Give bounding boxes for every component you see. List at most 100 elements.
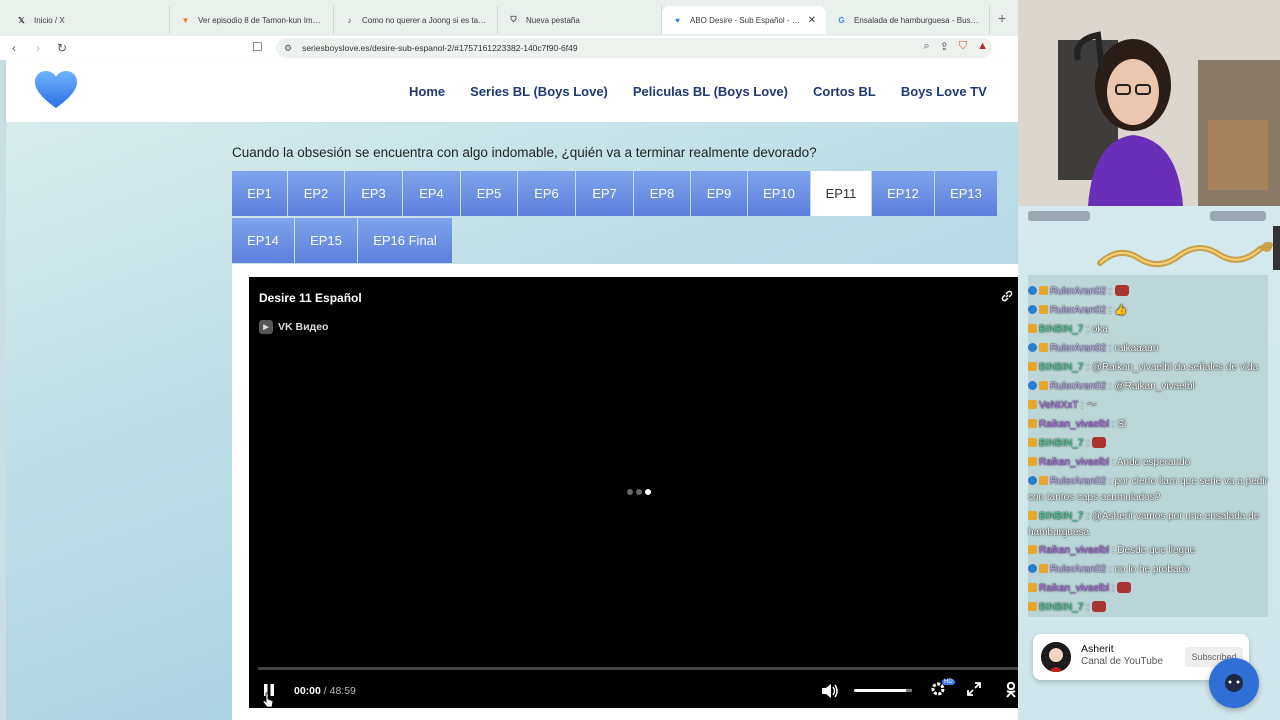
chat-message: Raikan_vivaelbl : Si: [1028, 417, 1268, 433]
zoom-icon[interactable]: ⌕: [923, 40, 929, 53]
url-field[interactable]: ⚙ seriesboyslove.es/desire-sub-espanol-2…: [276, 38, 992, 58]
episode-button[interactable]: EP8: [634, 171, 690, 216]
chat-text: @Raikan_vivaelbl: [1114, 381, 1195, 392]
chat-message: RulerAran02 : raikaaaan: [1028, 341, 1268, 357]
main-menu: Home Series BL (Boys Love) Peliculas BL …: [409, 84, 1012, 99]
chat-separator: :: [1109, 583, 1118, 594]
chat-bubble-icon: [1225, 674, 1243, 692]
link-icon[interactable]: [1000, 289, 1014, 303]
time-separator: /: [320, 685, 330, 697]
browser-tab-active[interactable]: ♥ ABO Desire - Sub Español - Serie ✕: [662, 6, 826, 34]
episode-button[interactable]: EP14: [232, 218, 294, 263]
browser-tab[interactable]: ⛉ Nueva pestaña: [498, 6, 662, 34]
video-player[interactable]: Desire 11 Español ▶ VK Видео 00:00 / 48:…: [249, 277, 1032, 708]
x-logo-icon: 𝕏: [18, 15, 25, 25]
episode-button[interactable]: EP4: [403, 171, 460, 216]
browser-tab[interactable]: 𝕏 Inicio / X: [6, 6, 170, 34]
total-duration: 48:59: [329, 685, 356, 697]
new-tab-button[interactable]: +: [998, 10, 1006, 26]
close-icon[interactable]: ✕: [802, 15, 816, 26]
channel-avatar-image: [1041, 642, 1071, 672]
menu-boys-love-tv[interactable]: Boys Love TV: [901, 84, 987, 99]
episode-button[interactable]: EP16 Final: [358, 218, 452, 263]
chat-username[interactable]: RulerAran02: [1050, 286, 1106, 297]
episode-button[interactable]: EP12: [872, 171, 934, 216]
episode-button[interactable]: EP2: [288, 171, 344, 216]
crunchyroll-icon: ▼: [181, 15, 190, 25]
site-logo-heart-icon[interactable]: [34, 70, 78, 110]
reload-icon[interactable]: ↻: [52, 41, 72, 55]
chat-text: no lo he probado: [1114, 564, 1190, 575]
chat-separator: :: [1106, 305, 1115, 316]
browser-tab[interactable]: ♪ Como no querer a Joong si es tan pr: [334, 6, 498, 34]
menu-cortos-bl[interactable]: Cortos BL: [813, 84, 876, 99]
tiktok-icon: ♪: [347, 15, 352, 25]
avatar: [1041, 642, 1071, 672]
volume-slider[interactable]: [854, 689, 912, 692]
forward-icon[interactable]: ›: [28, 41, 48, 55]
episode-button[interactable]: EP7: [576, 171, 633, 216]
episode-button[interactable]: EP6: [518, 171, 575, 216]
menu-peliculas-bl[interactable]: Peliculas BL (Boys Love): [633, 84, 788, 99]
share-icon[interactable]: ⇪: [940, 40, 949, 53]
tab-title: Ver episodio 8 de Tamon-kun Ima Do: [198, 15, 323, 25]
volume-icon[interactable]: [821, 683, 839, 699]
chat-text: Desde que llegue: [1117, 545, 1196, 556]
chat-username[interactable]: BINBIN_7: [1039, 438, 1083, 449]
fullscreen-icon[interactable]: [967, 682, 981, 696]
chat-username[interactable]: BINBIN_7: [1039, 511, 1083, 522]
menu-home[interactable]: Home: [409, 84, 445, 99]
chat-username[interactable]: RulerAran02: [1050, 381, 1106, 392]
chat-username[interactable]: Raikan_vivaelbl: [1039, 545, 1109, 556]
player-controls: 00:00 / 48:59 HD: [249, 677, 1032, 705]
browser-tab[interactable]: G Ensalada de hamburguesa - Buscar c: [826, 6, 990, 34]
episode-button[interactable]: EP1: [232, 171, 287, 216]
chat-username[interactable]: Raikan_vivaelbl: [1039, 583, 1109, 594]
chat-message: RulerAran02 : por cierto liam que serie …: [1028, 474, 1268, 506]
chat-username[interactable]: BINBIN_7: [1039, 602, 1083, 613]
chat-text: Ando esperando: [1116, 457, 1191, 468]
episode-button-active[interactable]: EP11: [811, 171, 871, 216]
emote-icon: [1114, 285, 1129, 296]
chat-username[interactable]: BINBIN_7: [1039, 362, 1083, 373]
chat-separator: :: [1083, 362, 1092, 373]
chat-separator: :: [1106, 286, 1115, 297]
video-title: Desire 11 Español: [259, 291, 362, 305]
episode-button[interactable]: EP5: [461, 171, 517, 216]
brave-shield-icon[interactable]: ⛉: [959, 40, 967, 53]
video-source[interactable]: ▶ VK Видео: [259, 320, 328, 334]
chat-username[interactable]: BINBIN_7: [1039, 324, 1083, 335]
url-text: seriesboyslove.es/desire-sub-espanol-2/#…: [302, 43, 578, 53]
bookmark-icon[interactable]: ☐: [252, 40, 263, 54]
episode-button[interactable]: EP10: [748, 171, 810, 216]
chat-message: BINBIN_7 :: [1028, 436, 1268, 452]
chat-username[interactable]: Raikan_vivaelbl: [1039, 457, 1109, 468]
floating-action-button[interactable]: [1209, 658, 1259, 708]
webcam-name-tags: [1028, 211, 1266, 221]
episode-button[interactable]: EP13: [935, 171, 997, 216]
chat-username[interactable]: Raikan_vivaelbl: [1039, 419, 1109, 430]
back-icon[interactable]: ‹: [4, 41, 24, 55]
chat-username[interactable]: VeNIXxT: [1039, 400, 1078, 411]
progress-bar[interactable]: [258, 667, 1023, 670]
chat-message: Raikan_vivaelbl :: [1028, 581, 1268, 597]
chat-message: BINBIN_7 : @Asherit vamos por una ensala…: [1028, 509, 1268, 541]
chat-username[interactable]: RulerAran02: [1050, 476, 1106, 487]
odnoklassniki-icon[interactable]: [1004, 681, 1018, 699]
site-settings-icon[interactable]: ⚙: [284, 43, 292, 54]
chat-username[interactable]: RulerAran02: [1050, 564, 1106, 575]
episode-button[interactable]: EP9: [691, 171, 747, 216]
episode-button[interactable]: EP15: [295, 218, 357, 263]
menu-series-bl[interactable]: Series BL (Boys Love): [470, 84, 608, 99]
rewards-icon[interactable]: ▲: [977, 40, 988, 53]
tab-title: Ensalada de hamburguesa - Buscar c: [854, 15, 979, 25]
chat-message: Raikan_vivaelbl : Ando esperando: [1028, 455, 1268, 471]
chat-username[interactable]: RulerAran02: [1050, 305, 1106, 316]
scrollbar[interactable]: [1273, 226, 1280, 270]
tab-title: Inicio / X: [34, 15, 65, 25]
chat-username[interactable]: RulerAran02: [1050, 343, 1106, 354]
address-bar-row: ‹ › ↻ ☐ ⚙ seriesboyslove.es/desire-sub-e…: [0, 36, 1018, 60]
browser-tab[interactable]: ▼ Ver episodio 8 de Tamon-kun Ima Do: [170, 6, 334, 34]
emote-icon: [1091, 601, 1106, 612]
episode-button[interactable]: EP3: [345, 171, 402, 216]
